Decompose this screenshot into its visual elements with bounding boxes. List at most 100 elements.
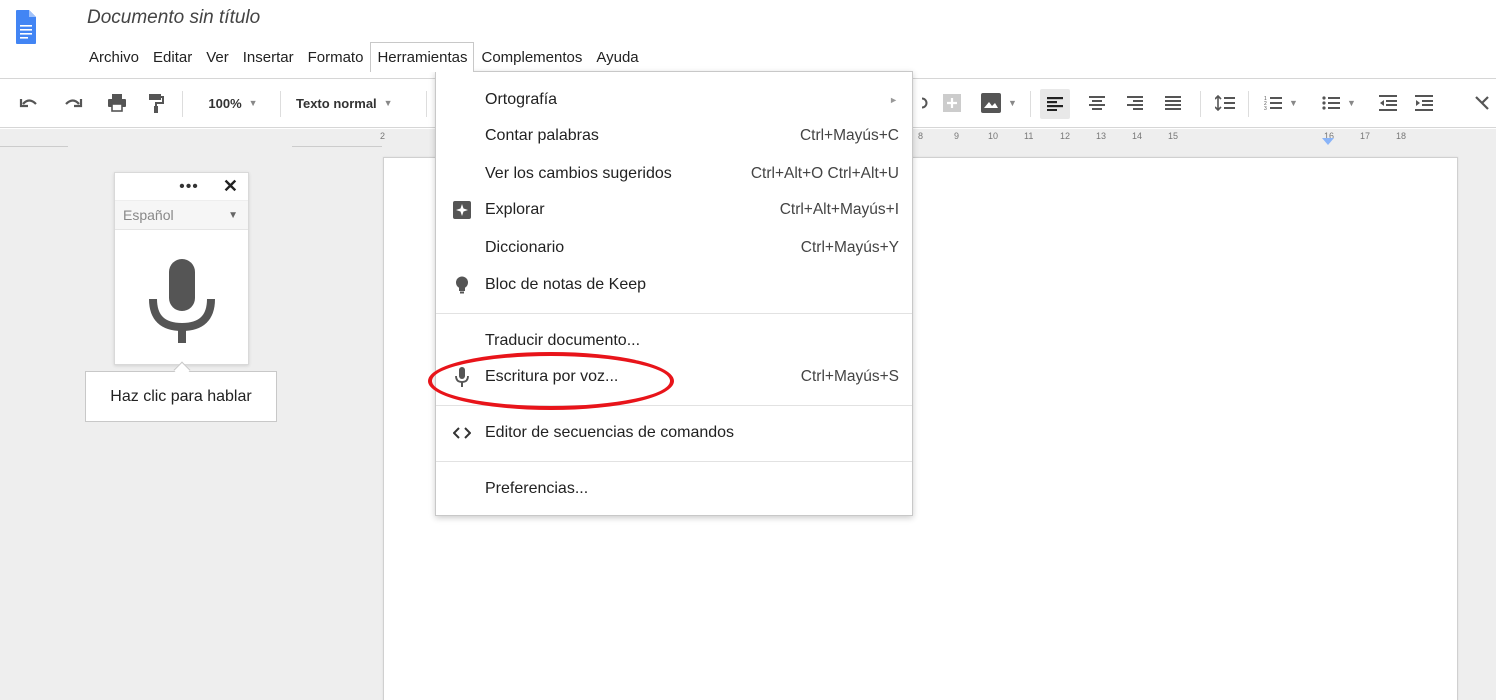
align-right-icon[interactable] — [1122, 79, 1148, 127]
increase-indent-icon[interactable] — [1410, 79, 1438, 127]
clear-formatting-icon[interactable] — [1474, 79, 1496, 127]
lightbulb-icon — [452, 275, 472, 295]
menu-item-label: Explorar — [485, 201, 545, 218]
more-options-icon[interactable]: ••• — [179, 178, 199, 194]
menu-formato[interactable]: Formato — [301, 42, 371, 72]
menu-item-shortcut: Ctrl+Alt+Mayús+I — [779, 201, 899, 218]
align-left-icon[interactable] — [1040, 89, 1070, 119]
menu-separator — [436, 313, 912, 314]
chevron-down-icon: ▼ — [1347, 98, 1356, 108]
paragraph-style-value: Texto normal — [296, 95, 377, 111]
menu-item-translate-document[interactable]: Traducir documento... — [436, 323, 912, 359]
menu-item-review-suggestions[interactable]: Ver los cambios sugeridos Ctrl+Alt+O Ctr… — [436, 156, 912, 192]
ruler-tick: 14 — [1132, 131, 1143, 141]
menu-item-keep-notepad[interactable]: Bloc de notas de Keep — [436, 267, 912, 303]
toolbar-divider — [280, 91, 281, 117]
menu-item-script-editor[interactable]: Editor de secuencias de comandos — [436, 415, 912, 451]
menu-separator — [436, 405, 912, 406]
chevron-down-icon: ▼ — [1008, 98, 1017, 108]
menu-separator — [436, 461, 912, 462]
numbered-list-icon[interactable]: 123 ▼ — [1256, 79, 1306, 127]
document-title[interactable]: Documento sin título — [87, 7, 260, 29]
redo-icon[interactable] — [60, 79, 86, 127]
toolbar-divider — [1248, 91, 1249, 117]
align-justify-icon[interactable] — [1160, 79, 1186, 127]
close-icon[interactable]: ✕ — [223, 176, 238, 197]
zoom-value: 100% — [208, 95, 242, 111]
menu-editar[interactable]: Editar — [146, 42, 199, 72]
menu-item-spelling[interactable]: Ortografía ► — [436, 82, 912, 118]
ruler-tick: 11 — [1024, 131, 1034, 141]
menu-item-word-count[interactable]: Contar palabras Ctrl+Mayús+C — [436, 118, 912, 154]
ruler-tick: 8 — [918, 131, 924, 141]
menu-complementos[interactable]: Complementos — [474, 42, 589, 72]
menu-ver[interactable]: Ver — [199, 42, 236, 72]
chevron-down-icon: ▼ — [1289, 98, 1298, 108]
microphone-icon[interactable] — [149, 259, 215, 348]
paragraph-style-select[interactable]: Texto normal ▼ — [296, 79, 411, 127]
insert-comment-icon[interactable] — [940, 79, 964, 127]
print-icon[interactable] — [104, 79, 130, 127]
toolbar-divider — [1030, 91, 1031, 117]
menu-item-label: Ver los cambios sugeridos — [485, 165, 672, 182]
menu-item-label: Contar palabras — [485, 127, 599, 144]
ruler-tick: 13 — [1096, 131, 1107, 141]
voice-panel-header: ••• ✕ — [115, 173, 248, 200]
menu-item-shortcut: Ctrl+Alt+O Ctrl+Alt+U — [750, 165, 899, 182]
ruler-divider — [0, 146, 68, 147]
menu-item-label: Bloc de notas de Keep — [485, 276, 647, 293]
toolbar-divider — [426, 91, 427, 117]
toolbar-divider — [1200, 91, 1201, 117]
insert-image-icon[interactable]: ▼ — [978, 79, 1020, 127]
bulleted-list-icon[interactable]: ▼ — [1314, 79, 1364, 127]
language-select[interactable]: Español ▼ — [115, 200, 248, 230]
svg-text:3: 3 — [1264, 106, 1267, 111]
ruler-tick: 17 — [1360, 131, 1371, 141]
decrease-indent-icon[interactable] — [1374, 79, 1402, 127]
code-icon — [452, 423, 472, 443]
voice-typing-panel: ••• ✕ Español ▼ — [114, 172, 249, 365]
chevron-down-icon: ▼ — [248, 98, 258, 108]
ruler-divider — [292, 146, 382, 147]
menu-insertar[interactable]: Insertar — [236, 42, 301, 72]
explore-icon — [452, 200, 472, 220]
menu-item-dictionary[interactable]: Diccionario Ctrl+Mayús+Y — [436, 230, 912, 266]
menu-item-shortcut: Ctrl+Mayús+Y — [800, 239, 899, 256]
menu-bar: Archivo Editar Ver Insertar Formato Herr… — [82, 42, 646, 72]
ruler-tick: 12 — [1060, 131, 1071, 141]
menu-archivo[interactable]: Archivo — [82, 42, 146, 72]
menu-item-explore[interactable]: Explorar Ctrl+Alt+Mayús+I — [436, 192, 912, 228]
ruler-tick: 2 — [380, 131, 386, 141]
right-indent-marker[interactable] — [1322, 138, 1334, 145]
click-to-speak-tooltip: Haz clic para hablar — [85, 371, 277, 422]
chevron-down-icon: ▼ — [228, 209, 238, 221]
app-header: Documento sin título Archivo Editar Ver … — [0, 0, 1496, 78]
ruler-tick: 10 — [988, 131, 999, 141]
menu-herramientas[interactable]: Herramientas — [370, 42, 475, 72]
docs-logo-icon[interactable] — [16, 10, 36, 44]
ruler-tick: 18 — [1396, 131, 1407, 141]
microphone-icon — [452, 367, 472, 387]
menu-item-label: Ortografía — [485, 91, 558, 108]
paint-format-icon[interactable] — [144, 79, 168, 127]
ruler-tick: 15 — [1168, 131, 1179, 141]
undo-icon[interactable] — [16, 79, 42, 127]
menu-item-shortcut: Ctrl+Mayús+S — [800, 368, 899, 385]
line-spacing-icon[interactable] — [1210, 79, 1240, 127]
menu-ayuda[interactable]: Ayuda — [589, 42, 645, 72]
menu-item-label: Editor de secuencias de comandos — [485, 424, 735, 441]
link-icon[interactable] — [914, 79, 930, 127]
menu-item-label: Preferencias... — [485, 480, 589, 497]
chevron-down-icon: ▼ — [383, 98, 393, 108]
tools-menu: Ortografía ► Contar palabras Ctrl+Mayús+… — [435, 71, 913, 516]
language-value: Español — [123, 207, 174, 223]
menu-item-label: Diccionario — [485, 239, 565, 256]
zoom-select[interactable]: 100% ▼ — [198, 79, 268, 127]
menu-item-voice-typing[interactable]: Escritura por voz... Ctrl+Mayús+S — [436, 359, 912, 395]
ruler-tick: 9 — [954, 131, 960, 141]
submenu-arrow-icon: ► — [889, 95, 898, 105]
toolbar-divider — [182, 91, 183, 117]
menu-item-preferences[interactable]: Preferencias... — [436, 471, 912, 507]
align-center-icon[interactable] — [1084, 79, 1110, 127]
menu-item-shortcut: Ctrl+Mayús+C — [799, 127, 899, 144]
